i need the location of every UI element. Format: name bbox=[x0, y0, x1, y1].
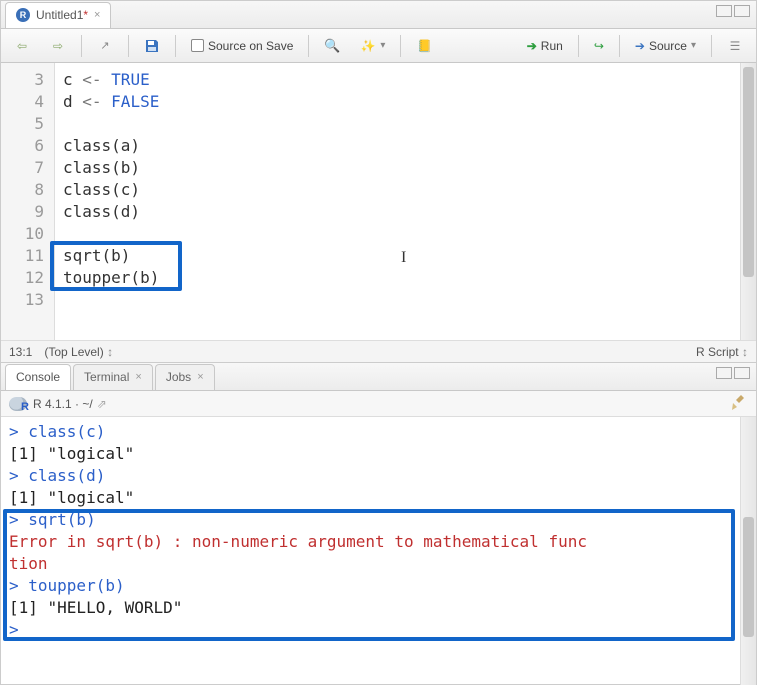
tab-console[interactable]: Console bbox=[5, 364, 71, 390]
console-scrollbar[interactable] bbox=[740, 417, 756, 685]
popout-icon bbox=[97, 38, 113, 54]
search-icon bbox=[324, 38, 340, 54]
code-line: class(b) bbox=[63, 157, 732, 179]
console-pane: Console Terminal × Jobs × R 4.1.1 · ~/ ⇗… bbox=[1, 363, 756, 685]
close-icon[interactable]: × bbox=[197, 371, 203, 383]
code-line: class(c) bbox=[63, 179, 732, 201]
console-line: > class(c) bbox=[9, 421, 732, 443]
run-arrow-icon: ➔ bbox=[527, 39, 537, 53]
separator bbox=[711, 35, 712, 57]
console-line: [1] "HELLO, WORLD" bbox=[9, 597, 732, 619]
code-text[interactable]: c <- TRUEd <- FALSE class(a)class(b)clas… bbox=[55, 63, 740, 340]
code-line bbox=[63, 289, 732, 311]
separator bbox=[128, 35, 129, 57]
separator bbox=[175, 35, 176, 57]
find-replace-button[interactable] bbox=[317, 34, 347, 58]
outline-button[interactable] bbox=[720, 34, 750, 58]
editor-pane: R Untitled1* × Source on Save ➔ Run bbox=[1, 1, 756, 363]
close-icon[interactable]: × bbox=[135, 371, 141, 383]
code-line bbox=[63, 223, 732, 245]
minimize-pane-icon[interactable] bbox=[716, 5, 732, 17]
code-area[interactable]: 345678910111213 c <- TRUEd <- FALSE clas… bbox=[1, 63, 756, 340]
rerun-button[interactable]: ↪ bbox=[587, 35, 611, 57]
editor-toolbar: Source on Save ➔ Run ↪ ➔ Source bbox=[1, 29, 756, 63]
console-line: > class(d) bbox=[9, 465, 732, 487]
r-logo-icon bbox=[9, 397, 27, 411]
pane-window-buttons[interactable] bbox=[716, 367, 750, 379]
code-line: toupper(b) bbox=[63, 267, 732, 289]
console-line: [1] "logical" bbox=[9, 487, 732, 509]
console-line: [1] "logical" bbox=[9, 443, 732, 465]
nav-forward-button[interactable] bbox=[43, 34, 73, 58]
run-label: Run bbox=[541, 39, 563, 53]
outline-icon bbox=[727, 38, 743, 54]
editor-tab-label: Untitled1* bbox=[36, 8, 88, 22]
console-line: > toupper(b) bbox=[9, 575, 732, 597]
editor-statusbar: 13:1 (Top Level) R Script bbox=[1, 340, 756, 362]
code-line: class(a) bbox=[63, 135, 732, 157]
tab-jobs[interactable]: Jobs × bbox=[155, 364, 215, 390]
source-on-save-checkbox[interactable]: Source on Save bbox=[184, 35, 300, 57]
minimize-pane-icon[interactable] bbox=[716, 367, 732, 379]
console-header: R 4.1.1 · ~/ ⇗ bbox=[1, 391, 756, 417]
broom-icon bbox=[730, 394, 748, 410]
tab-jobs-label: Jobs bbox=[166, 370, 191, 384]
console-line: > sqrt(b) bbox=[9, 509, 732, 531]
nav-back-button[interactable] bbox=[7, 34, 37, 58]
scope-selector[interactable]: (Top Level) bbox=[44, 345, 113, 359]
rerun-icon: ↪ bbox=[594, 39, 604, 53]
save-icon bbox=[144, 38, 160, 54]
console-text[interactable]: > class(c)[1] "logical"> class(d)[1] "lo… bbox=[1, 417, 740, 685]
console-line: Error in sqrt(b) : non-numeric argument … bbox=[9, 531, 732, 553]
maximize-pane-icon[interactable] bbox=[734, 367, 750, 379]
console-line: > bbox=[9, 619, 732, 641]
source-on-save-label: Source on Save bbox=[208, 39, 293, 53]
save-button[interactable] bbox=[137, 34, 167, 58]
separator bbox=[619, 35, 620, 57]
wand-icon bbox=[360, 38, 376, 54]
checkbox-icon bbox=[191, 39, 204, 52]
tab-console-label: Console bbox=[16, 370, 60, 384]
code-tools-button[interactable] bbox=[353, 34, 392, 58]
compile-report-button[interactable] bbox=[409, 34, 439, 58]
editor-tabbar: R Untitled1* × bbox=[1, 1, 756, 29]
notebook-icon bbox=[416, 38, 432, 54]
separator bbox=[81, 35, 82, 57]
r-file-icon: R bbox=[16, 8, 30, 22]
code-line: sqrt(b) bbox=[63, 245, 732, 267]
arrow-left-icon bbox=[14, 38, 30, 54]
code-line: c <- TRUE bbox=[63, 69, 732, 91]
arrow-right-icon bbox=[50, 38, 66, 54]
code-line: class(d) bbox=[63, 201, 732, 223]
tab-terminal[interactable]: Terminal × bbox=[73, 364, 153, 390]
separator bbox=[308, 35, 309, 57]
separator bbox=[578, 35, 579, 57]
show-in-new-window-button[interactable] bbox=[90, 34, 120, 58]
scrollbar-thumb[interactable] bbox=[743, 517, 754, 637]
editor-tab-untitled1[interactable]: R Untitled1* × bbox=[5, 2, 111, 28]
scrollbar-thumb[interactable] bbox=[743, 67, 754, 277]
run-button[interactable]: ➔ Run bbox=[520, 35, 570, 57]
file-type-selector[interactable]: R Script bbox=[696, 345, 748, 359]
console-header-text: R 4.1.1 · ~/ bbox=[33, 397, 93, 411]
pane-window-buttons[interactable] bbox=[716, 5, 750, 17]
close-icon[interactable]: × bbox=[94, 9, 100, 21]
editor-scrollbar[interactable] bbox=[740, 63, 756, 340]
console-tabbar: Console Terminal × Jobs × bbox=[1, 363, 756, 391]
popout-icon[interactable]: ⇗ bbox=[97, 397, 107, 411]
separator bbox=[400, 35, 401, 57]
console-body[interactable]: > class(c)[1] "logical"> class(d)[1] "lo… bbox=[1, 417, 756, 685]
maximize-pane-icon[interactable] bbox=[734, 5, 750, 17]
cursor-position: 13:1 bbox=[9, 345, 32, 359]
clear-console-button[interactable] bbox=[730, 394, 748, 413]
line-gutter: 345678910111213 bbox=[1, 63, 55, 340]
source-button[interactable]: ➔ Source bbox=[628, 35, 703, 57]
tab-terminal-label: Terminal bbox=[84, 370, 129, 384]
source-arrow-icon: ➔ bbox=[635, 39, 645, 53]
source-label: Source bbox=[649, 39, 687, 53]
console-line: tion bbox=[9, 553, 732, 575]
code-line bbox=[63, 113, 732, 135]
code-line: d <- FALSE bbox=[63, 91, 732, 113]
